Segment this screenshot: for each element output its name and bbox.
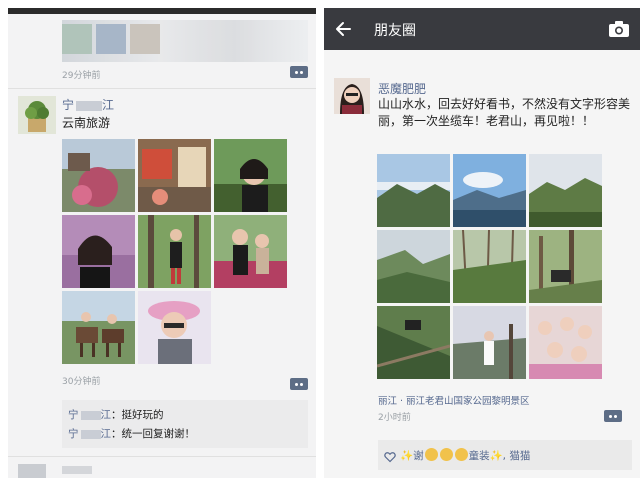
previous-post-preview[interactable] [62,20,308,62]
preview-thumb [130,24,160,54]
right-moments-feed: 朋友圈 恶魔肥肥 山山水水，回去好好看书，不然没有文字形容美丽，第一次坐缆车！老… [324,8,640,478]
emoji-icon [439,448,453,461]
photo-thumbnail[interactable] [453,230,526,303]
photo-thumbnail[interactable] [453,306,526,379]
post-author[interactable]: 恶魔肥肥 [378,80,426,97]
comment-menu-icon[interactable] [290,66,308,78]
photo-thumbnail[interactable] [214,139,287,212]
photo-thumbnail[interactable] [62,215,135,288]
comment-author-suffix: 江 [100,409,112,421]
comments-box: 宁江：挺好玩的 宁江：统一回复谢谢！ [62,400,308,448]
preview-thumb [62,24,92,54]
post-text: 山山水水，回去好好看书，不然没有文字形容美丽，第一次坐缆车！老君山，再见啦！！ [378,97,631,128]
emoji-icon [424,448,438,461]
post-time: 2小时前 [378,413,411,423]
comment-item[interactable]: 宁 江：统一回复谢谢！ [68,426,195,441]
arrow-left-icon[interactable] [334,19,354,39]
photo-thumbnail[interactable] [529,306,602,379]
avatar[interactable] [334,78,370,114]
photo-thumbnail[interactable] [62,291,135,364]
comment-text: ：挺好玩的 [111,409,164,421]
like-user-name: ✨谢 [400,450,424,462]
comment-author[interactable]: 宁 [68,409,79,421]
divider [8,456,316,457]
photo-thumbnail[interactable] [529,154,602,227]
location-link[interactable]: 丽江 · 丽江老君山国家公园黎明景区 [378,393,530,407]
post-author[interactable]: 宁江 [62,96,114,113]
avatar[interactable] [18,96,56,134]
redacted-name-block [80,429,101,439]
comment-menu-icon[interactable] [290,378,308,390]
preview-thumb [96,24,126,54]
comment-author[interactable]: 宁 [68,428,79,440]
status-strip [8,8,316,14]
previous-post-time: 29分钟前 [62,71,101,81]
photo-thumbnail[interactable] [453,154,526,227]
like-user[interactable]: 猫猫 [509,450,530,462]
photo-thumbnail[interactable] [377,306,450,379]
emoji-icon [454,448,468,461]
comment-item[interactable]: 宁 江：挺好玩的 [68,407,164,422]
photo-thumbnail[interactable] [529,230,602,303]
likes-list: ✨谢 童装✨, 猫猫 [400,448,530,463]
divider [8,88,316,89]
comment-text: ：统一回复谢谢！ [111,428,195,440]
photo-thumbnail[interactable] [377,230,450,303]
photo-thumbnail[interactable] [138,215,211,288]
redacted-name-block [80,410,101,420]
nav-bar: 朋友圈 [324,8,640,50]
page-title: 朋友圈 [374,23,416,39]
post-author-name: 宁 [62,98,75,112]
heart-icon [384,448,396,463]
likes-box: ✨谢 童装✨, 猫猫 [378,440,632,470]
like-user[interactable]: ✨谢 童装✨ [400,448,503,462]
post-text: 云南旅游 [62,116,111,130]
comment-author-suffix: 江 [100,428,112,440]
post-time: 30分钟前 [62,377,101,387]
next-post-author[interactable] [62,466,92,474]
photo-thumbnail[interactable] [377,154,450,227]
comment-menu-icon[interactable] [604,410,622,422]
photo-thumbnail[interactable] [62,139,135,212]
next-post-avatar[interactable] [18,464,46,478]
camera-icon[interactable] [608,19,630,39]
redacted-name-block [76,100,103,111]
photo-thumbnail[interactable] [138,139,211,212]
post-author-suffix: 江 [102,98,115,112]
like-user-name-end: 童装✨ [468,450,503,462]
photo-thumbnail[interactable] [138,291,211,364]
left-moments-feed: 29分钟前 宁江 云南旅游 30分钟前 宁 江：挺好玩的 宁 江：统一回复谢谢！ [8,8,316,478]
photo-thumbnail[interactable] [214,215,287,288]
